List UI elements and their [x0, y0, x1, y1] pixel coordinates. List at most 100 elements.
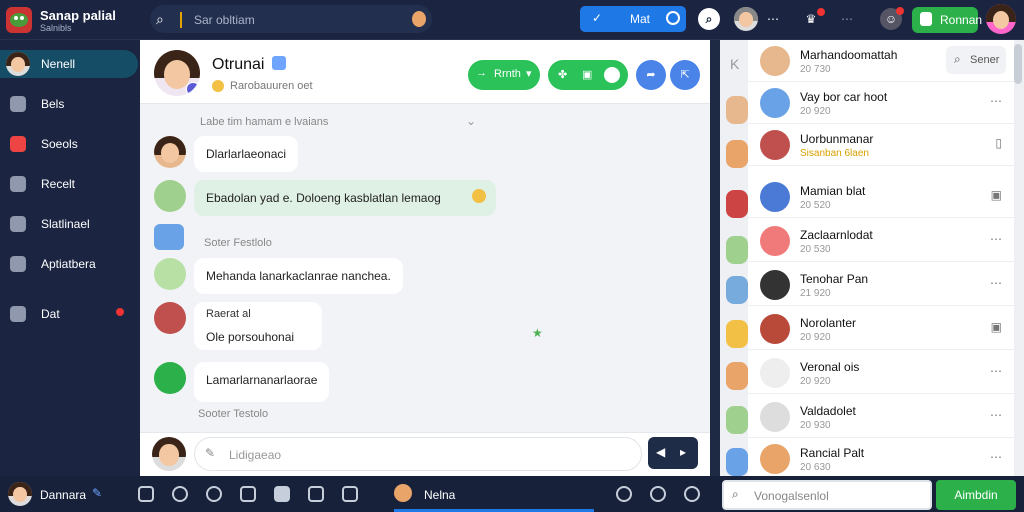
verified-icon [272, 56, 286, 70]
message-placeholder: Lidigaeao [229, 448, 282, 462]
contact-item[interactable]: Mamian blat 20 520 ▣ [748, 176, 1014, 218]
app-logo [6, 7, 32, 33]
contact-item[interactable]: Rancial Palt 20 630 ⋯ [748, 438, 1014, 480]
contact-item[interactable]: Valdadolet 20 930 ⋯ [748, 396, 1014, 438]
next-icon: ▸ [680, 445, 687, 459]
active-tab-label[interactable]: Nelna [424, 488, 455, 502]
refresh-icon[interactable] [308, 486, 324, 502]
message-text: Ole porsouhonai [206, 330, 295, 344]
more-icon[interactable]: ⋯ [990, 408, 1002, 422]
contact-sub: 20 920 [800, 332, 831, 343]
sidebar-item-6[interactable]: Dat [0, 300, 138, 328]
contact-avatar [760, 358, 790, 388]
more-icon[interactable]: ⋯ [990, 450, 1002, 464]
more-icon[interactable]: ⋯ [990, 364, 1002, 378]
edit-icon: ✓ [592, 11, 603, 25]
left-letter: K [730, 56, 740, 72]
stop-icon[interactable] [274, 486, 290, 502]
edit-icon[interactable]: ✎ [92, 486, 102, 500]
rocket-icon[interactable] [616, 486, 632, 502]
emoji-icon [472, 189, 486, 203]
contact-avatar [760, 444, 790, 474]
status-pill-button[interactable]: ✓ Mat [580, 6, 686, 32]
square-icon[interactable]: ▣ [991, 320, 1002, 334]
media-button[interactable]: ✤ ▣ [548, 60, 628, 90]
sidebar-item-label: Recelt [41, 177, 76, 191]
apps-icon: ✤ [558, 69, 568, 81]
chat-avatar[interactable] [154, 50, 200, 96]
status-emoji-icon [212, 80, 224, 92]
search-button[interactable]: ⌕ Sener [946, 46, 1006, 74]
msg-avatar [154, 362, 186, 394]
search-round-icon[interactable]: ⌕ [698, 8, 720, 30]
sidebar-item-3[interactable]: Recelt [0, 170, 138, 198]
profile-avatar[interactable] [986, 4, 1016, 34]
call-button[interactable]: → Rrnth ▾ [468, 60, 540, 90]
media-icon[interactable] [684, 486, 700, 502]
sidebar-spark-icon [10, 136, 26, 152]
bottom-search-input[interactable]: ⌕ Vonogalsenlol [722, 480, 932, 510]
bottom-bar: Dannara ✎ Nelna ⌕ Vonogalsenlol Aimbdin [0, 476, 1024, 512]
contact-item[interactable]: Uorbunmanar Sisanban 6laen ▯ [748, 124, 1014, 166]
more-icon[interactable]: ⋯ [990, 232, 1002, 246]
power-icon[interactable] [650, 486, 666, 502]
sidebar-item-0[interactable]: Nenell [0, 50, 138, 78]
shield-icon[interactable] [240, 486, 256, 502]
top-search-input[interactable]: ⌕ Sar obltiam [150, 5, 432, 33]
clock-icon[interactable] [172, 486, 188, 502]
user-avatar-top[interactable] [734, 7, 758, 31]
strip-avatar [726, 236, 748, 264]
contact-avatar [760, 402, 790, 432]
bottom-user-avatar[interactable] [8, 482, 32, 506]
search-icon: ⌕ [156, 11, 164, 27]
share-button[interactable]: ➦ [636, 60, 666, 90]
circle-icon [666, 11, 680, 25]
search-icon: ⌕ [732, 487, 739, 501]
dots-icon[interactable]: ⋯ [836, 8, 858, 30]
contact-sub: 21 920 [800, 288, 831, 299]
scrollbar-thumb[interactable] [1014, 44, 1022, 84]
contact-item[interactable]: Marhandoomattah 20 730 ⌕ Sener [748, 40, 1014, 82]
more-icon[interactable]: ⋯ [990, 276, 1002, 290]
send-button[interactable]: ◀ ▸ [648, 437, 698, 469]
contact-name: Uorbunmanar [800, 132, 874, 146]
attach-icon[interactable]: ✎ [205, 446, 215, 460]
bottom-user-name: Dannara [40, 488, 87, 502]
sidebar-item-5[interactable]: Aptiatbera [0, 250, 138, 278]
contact-sub: Sisanban 6laen [800, 148, 869, 159]
active-tab-avatar[interactable] [394, 484, 412, 502]
square-icon[interactable]: ▣ [991, 188, 1002, 202]
avatar-emoji-icon [412, 11, 426, 27]
contact-list: Marhandoomattah 20 730 ⌕ Sener Vay bor c… [748, 40, 1014, 480]
sidebar-item-label: Bels [41, 97, 65, 111]
camera-icon[interactable] [342, 486, 358, 502]
sidebar-bars-icon [10, 96, 26, 112]
contact-item[interactable]: Veronal ois 20 920 ⋯ [748, 352, 1014, 394]
bottom-submit-button[interactable]: Aimbdin [936, 480, 1016, 510]
globe-icon[interactable] [206, 486, 222, 502]
export-button[interactable]: ⇱ [670, 60, 700, 90]
doc-icon [920, 12, 932, 26]
terminal-icon[interactable] [138, 486, 154, 502]
message-input[interactable]: ✎ Lidigaeao [194, 437, 642, 471]
primary-action-button[interactable]: Ronnan [912, 7, 982, 33]
contact-item[interactable]: Vay bor car hoot 20 920 ⋯ [748, 82, 1014, 124]
contacts-panel: K Marhandoomattah 20 730 ⌕ Sener Vay bor… [720, 40, 1024, 480]
collapse-chevron-icon[interactable]: ⌄ [466, 114, 476, 128]
sidebar-chat-icon [10, 216, 26, 232]
sidebar-item-1[interactable]: Bels [0, 90, 138, 118]
status-pill-label: Mat [630, 12, 651, 26]
contact-sub: 20 520 [800, 200, 831, 211]
contact-item[interactable]: Tenohar Pan 21 920 ⋯ [748, 264, 1014, 306]
contact-avatar [760, 88, 790, 118]
more-icon[interactable]: ⋯ [762, 8, 784, 30]
contact-item[interactable]: Zaclaarnlodat 20 530 ⋯ [748, 220, 1014, 262]
search-placeholder: Sar obltiam [194, 13, 255, 27]
contact-item[interactable]: Norolanter 20 920 ▣ [748, 308, 1014, 350]
sidebar-item-4[interactable]: Slatlinael [0, 210, 138, 238]
bottom-search-placeholder: Vonogalsenlol [754, 489, 829, 503]
more-icon[interactable]: ⋯ [990, 94, 1002, 108]
contact-name: Valdadolet [800, 404, 856, 418]
phone-icon[interactable]: ▯ [995, 136, 1002, 150]
sidebar-item-2[interactable]: Soeols [0, 130, 138, 158]
